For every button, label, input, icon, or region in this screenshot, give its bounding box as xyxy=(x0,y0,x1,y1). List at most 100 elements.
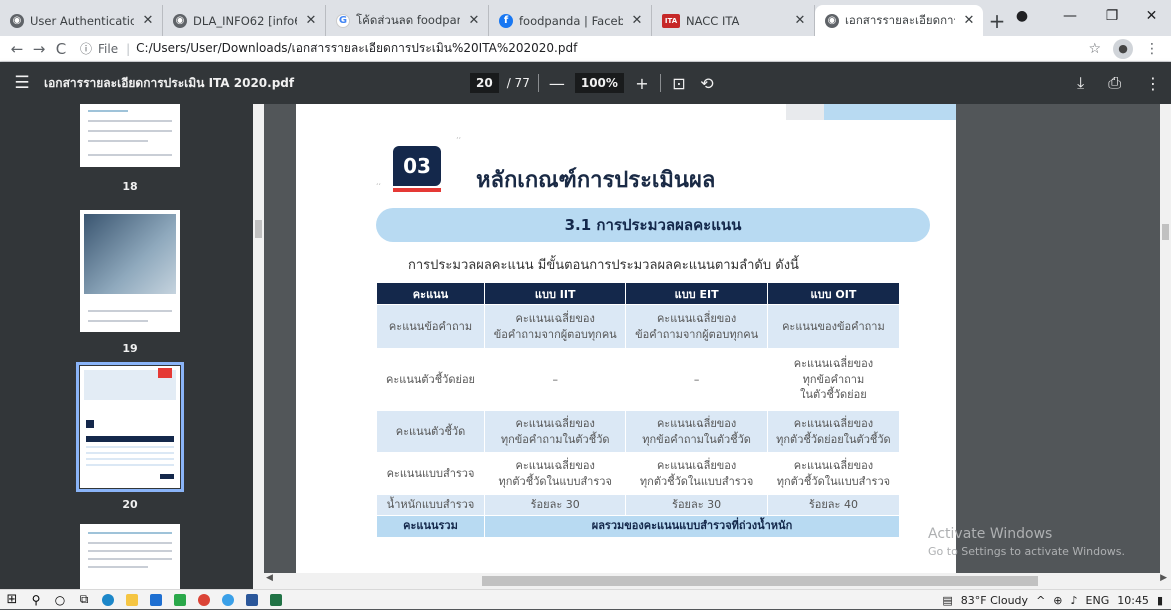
tab-title: User Authentication xyxy=(30,13,134,28)
weather-text[interactable]: 83°F Cloudy xyxy=(961,594,1028,607)
tab-dla-info62[interactable]: ◉ DLA_INFO62 [info62-a ✕ xyxy=(163,5,326,36)
close-tab-icon[interactable]: ✕ xyxy=(140,13,156,28)
volume-icon[interactable]: ♪ xyxy=(1071,594,1078,607)
thumbnail-photo xyxy=(84,214,176,294)
address-bar: ← → C ⓘ File | C:/Users/User/Downloads/เ… xyxy=(0,36,1171,62)
thumbnail-table-header xyxy=(86,436,174,442)
bookmark-star-icon[interactable]: ☆ xyxy=(1088,41,1101,57)
chrome-menu-icon[interactable]: ⋮ xyxy=(1145,41,1159,57)
table-cell: น้ำหนักแบบสำรวจ xyxy=(376,494,485,516)
maximize-button[interactable]: ❐ xyxy=(1092,0,1132,32)
tab-strip: ◉ User Authentication ✕ ◉ DLA_INFO62 [in… xyxy=(0,0,1171,36)
table-row: น้ำหนักแบบสำรวจ ร้อยละ 30 ร้อยละ 30 ร้อย… xyxy=(376,494,901,516)
app-icon[interactable] xyxy=(168,590,192,610)
table-cell: คะแนนตัวชี้วัดย่อย xyxy=(376,348,485,411)
start-icon[interactable]: ⊞ xyxy=(0,590,24,610)
profile-menu-icon[interactable]: ● xyxy=(1012,0,1032,32)
page-total: / 77 xyxy=(506,76,530,90)
thumbnail-page-21[interactable] xyxy=(80,524,180,589)
total-label: คะแนนรวม xyxy=(376,514,485,538)
new-tab-button[interactable]: + xyxy=(983,5,1011,36)
thumbnail-page-20[interactable] xyxy=(76,362,184,492)
url-text[interactable]: C:/Users/User/Downloads/เอกสารรายละเอียด… xyxy=(136,39,577,58)
chevron-up-icon[interactable]: ^ xyxy=(1036,594,1045,607)
tab-foodpanda-facebook[interactable]: f foodpanda | Facebook ✕ xyxy=(489,5,652,36)
page-number-input[interactable]: 20 xyxy=(470,73,499,93)
table-cell: ร้อยละ 30 xyxy=(625,494,768,516)
forward-icon[interactable]: → xyxy=(28,40,50,58)
table-row: คะแนนตัวชี้วัดย่อย – – คะแนนเฉลี่ยของ ทุก… xyxy=(376,348,901,411)
task-view-icon[interactable]: ⧉ xyxy=(72,590,96,610)
close-tab-icon[interactable]: ✕ xyxy=(792,13,808,28)
rotate-icon[interactable]: ⟲ xyxy=(697,74,717,93)
table-cell: คะแนนเฉลี่ยของ ทุกตัวชี้วัดในแบบสำรวจ xyxy=(625,452,768,495)
close-window-button[interactable]: ✕ xyxy=(1132,0,1171,32)
thumbnail-page-19[interactable] xyxy=(80,210,180,332)
tab-nacc-ita[interactable]: ITA NACC ITA ✕ xyxy=(652,5,815,36)
tab-title: DLA_INFO62 [info62-a xyxy=(193,13,297,28)
notification-icon[interactable]: ▮ xyxy=(1157,594,1163,607)
horizontal-scroll-thumb[interactable] xyxy=(482,576,1038,586)
print-icon[interactable]: ⎙ xyxy=(1108,73,1121,93)
fit-page-icon[interactable]: ⊡ xyxy=(669,74,689,93)
clock[interactable]: 10:45 xyxy=(1117,594,1149,607)
thumbnail-sidebar: 18 19 20 xyxy=(0,104,264,589)
thumbnail-label: 18 xyxy=(122,180,138,193)
zoom-out-icon[interactable]: — xyxy=(547,74,567,93)
tab-ita-document[interactable]: ◉ เอกสารรายละเอียดการประ ✕ xyxy=(815,5,983,36)
network-icon[interactable]: ⊕ xyxy=(1053,594,1062,607)
close-tab-icon[interactable]: ✕ xyxy=(466,13,482,28)
thumbnail-scrollbar[interactable] xyxy=(253,104,264,589)
back-icon[interactable]: ← xyxy=(6,40,28,58)
intro-text: การประมวลผลคะแนน มีขั้นตอนการประมวลผลคะแ… xyxy=(408,258,799,273)
zoom-input[interactable]: 100% xyxy=(574,73,624,93)
omnibox[interactable]: ⓘ File | C:/Users/User/Downloads/เอกสารร… xyxy=(80,38,1088,60)
thumbnail-page-18[interactable] xyxy=(80,104,180,167)
table-cell: ร้อยละ 40 xyxy=(766,494,901,516)
table-cell: คะแนนเฉลี่ยของ ข้อคำถามจากผู้ตอบทุกคน xyxy=(483,304,627,349)
search-icon[interactable]: ⚲ xyxy=(24,590,48,610)
watermark-title: Activate Windows xyxy=(928,526,1053,542)
section-title: หลักเกณฑ์การประเมินผล xyxy=(476,168,716,193)
download-icon[interactable]: ⤓ xyxy=(1077,73,1084,93)
table-total-row: คะแนนรวม ผลรวมของคะแนนแบบสำรวจที่ถ่วงน้ำ… xyxy=(376,514,900,538)
tab-foodpanda-code[interactable]: G โค้ดส่วนลด foodpanda ✕ xyxy=(326,5,489,36)
tab-title: โค้ดส่วนลด foodpanda xyxy=(356,12,460,27)
thumbnail-badge xyxy=(86,420,94,428)
scroll-left-icon[interactable]: ◀ xyxy=(266,573,273,583)
sidebar-menu-icon[interactable]: ☰ xyxy=(0,73,44,93)
section-number-badge: 03 xyxy=(393,146,441,186)
news-widget-icon[interactable]: ▤ xyxy=(942,594,952,607)
chrome-icon[interactable] xyxy=(192,590,216,610)
page-top-strip xyxy=(786,104,824,120)
internet-explorer-icon[interactable] xyxy=(216,590,240,610)
thumbnail-scroll-thumb[interactable] xyxy=(255,220,262,238)
cortana-icon[interactable]: ○ xyxy=(48,590,72,610)
tab-title: เอกสารรายละเอียดการประ xyxy=(845,12,955,27)
pdf-page: ʼʼ ʻʻ 03 หลักเกณฑ์การประเมินผล 3.1 การปร… xyxy=(296,104,956,573)
zoom-in-icon[interactable]: + xyxy=(632,74,652,93)
profile-avatar-icon[interactable]: ● xyxy=(1113,38,1133,59)
close-tab-icon[interactable]: ✕ xyxy=(629,13,645,28)
info-icon[interactable]: ⓘ xyxy=(80,40,92,57)
edge-icon[interactable] xyxy=(96,590,120,610)
document-scroll-thumb[interactable] xyxy=(1162,224,1169,240)
word-icon[interactable] xyxy=(240,590,264,610)
store-icon[interactable] xyxy=(144,590,168,610)
globe-icon: ◉ xyxy=(825,13,839,28)
file-explorer-icon[interactable] xyxy=(120,590,144,610)
table-row: คะแนนตัวชี้วัด คะแนนเฉลี่ยของ ทุกข้อคำถาม… xyxy=(376,410,901,453)
excel-icon[interactable] xyxy=(264,590,288,610)
document-scrollbar[interactable] xyxy=(1160,104,1171,573)
scroll-right-icon[interactable]: ▶ xyxy=(1160,573,1167,583)
close-tab-icon[interactable]: ✕ xyxy=(961,13,977,28)
divider xyxy=(537,74,539,92)
more-options-icon[interactable]: ⋮ xyxy=(1145,74,1161,93)
tab-user-authentication[interactable]: ◉ User Authentication ✕ xyxy=(0,5,163,36)
horizontal-scrollbar[interactable]: ◀ ▶ xyxy=(264,573,1171,589)
table-cell: คะแนนแบบสำรวจ xyxy=(376,452,485,495)
close-tab-icon[interactable]: ✕ xyxy=(303,13,319,28)
reload-icon[interactable]: C xyxy=(50,40,72,58)
language-indicator[interactable]: ENG xyxy=(1086,594,1110,607)
minimize-button[interactable]: — xyxy=(1050,0,1090,32)
